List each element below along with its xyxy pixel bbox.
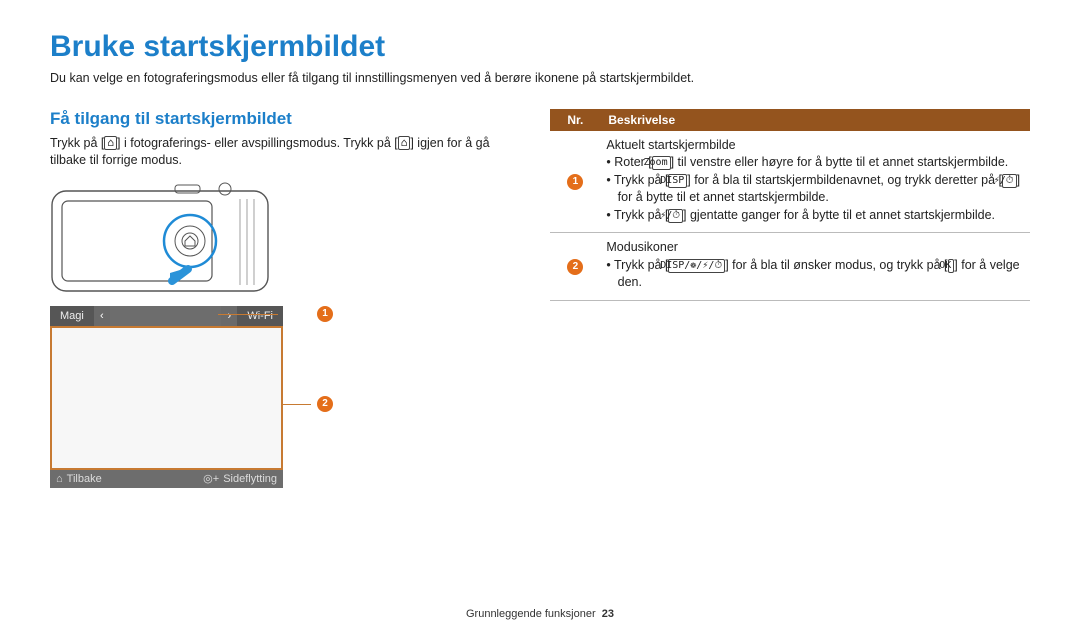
para-fragment: Trykk på [ bbox=[50, 136, 104, 150]
left-column: Få tilgang til startskjermbildet Trykk p… bbox=[50, 109, 520, 488]
flash-timer-icon: ⚡/⏱ bbox=[668, 209, 683, 223]
camera-illustration bbox=[50, 181, 270, 296]
footer-page: 23 bbox=[602, 608, 614, 620]
table-row: 1 Aktuelt startskjermbilde • Roter [Zoom… bbox=[550, 131, 1030, 233]
section-paragraph: Trykk på [⌂] i fotograferings- eller avs… bbox=[50, 135, 520, 169]
nav-icons: DISP/❁/⚡/⏱ bbox=[668, 259, 725, 273]
callout-num: 1 bbox=[322, 308, 328, 319]
bullet: • Trykk på [DISP] for å bla til startskj… bbox=[606, 172, 1024, 207]
disp-label: DISP bbox=[668, 174, 687, 188]
text-fragment: ] til venstre eller høyre for å bytte ti… bbox=[671, 155, 1009, 169]
chevron-left-icon: ‹ bbox=[94, 306, 110, 326]
home-icon: ⌂ bbox=[398, 136, 411, 150]
table-header-desc: Beskrivelse bbox=[600, 109, 1030, 131]
bullet: • Roter [Zoom] til venstre eller høyre f… bbox=[606, 154, 1024, 172]
row-desc: Aktuelt startskjermbilde • Roter [Zoom] … bbox=[600, 131, 1030, 233]
screen-top-bar: Magi ‹ › Wi-Fi bbox=[50, 306, 283, 328]
tab-left: Magi bbox=[50, 306, 94, 326]
row-desc: Modusikoner • Trykk på [DISP/❁/⚡/⏱] for … bbox=[600, 233, 1030, 301]
zoom-plus-icon: ◎+ bbox=[203, 472, 219, 485]
page-footer: Grunnleggende funksjoner 23 bbox=[0, 608, 1080, 620]
para-fragment: ] i fotograferings- eller avspillingsmod… bbox=[117, 136, 398, 150]
page-title: Bruke startskjermbildet bbox=[50, 30, 1030, 64]
chevron-right-icon: › bbox=[221, 306, 237, 326]
table-row: 2 Modusikoner • Trykk på [DISP/❁/⚡/⏱] fo… bbox=[550, 233, 1030, 301]
callout-leader-line bbox=[283, 404, 311, 405]
callout-badge-1: 1 bbox=[317, 306, 333, 322]
table-header-num: Nr. bbox=[550, 109, 600, 131]
intro-text: Du kan velge en fotograferingsmodus elle… bbox=[50, 70, 1030, 87]
tab-right: Wi-Fi bbox=[237, 306, 283, 326]
back-label: Tilbake bbox=[67, 473, 102, 485]
row-num-badge: 1 bbox=[567, 174, 583, 190]
bullet: • Trykk på [⚡/⏱] gjentatte ganger for å … bbox=[606, 207, 1024, 225]
ok-label: OK bbox=[948, 259, 955, 273]
callout-badge-2: 2 bbox=[317, 396, 333, 412]
text-fragment: ] for å bla til startskjermbildenavnet, … bbox=[687, 173, 1002, 187]
flash-timer-icon: ⚡/⏱ bbox=[1002, 174, 1017, 188]
two-column-layout: Få tilgang til startskjermbildet Trykk p… bbox=[50, 109, 1030, 488]
text-fragment: ] for å bla til ønsker modus, og trykk p… bbox=[725, 258, 947, 272]
bullet: • Trykk på [DISP/❁/⚡/⏱] for å bla til øn… bbox=[606, 257, 1024, 292]
screen-title-gap bbox=[110, 306, 222, 326]
screen-content-area bbox=[50, 328, 283, 470]
callout-leader-line bbox=[218, 314, 278, 315]
section-heading: Få tilgang til startskjermbildet bbox=[50, 109, 520, 129]
description-table: Nr. Beskrivelse 1 Aktuelt startskjermbil… bbox=[550, 109, 1030, 301]
home-icon: ⌂ bbox=[56, 473, 63, 485]
manual-page: Bruke startskjermbildet Du kan velge en … bbox=[0, 0, 1080, 630]
footer-section: Grunnleggende funksjoner bbox=[466, 608, 596, 620]
row-title: Aktuelt startskjermbilde bbox=[606, 137, 1024, 155]
move-label: Sideflytting bbox=[223, 473, 277, 485]
home-icon: ⌂ bbox=[104, 136, 117, 150]
right-column: Nr. Beskrivelse 1 Aktuelt startskjermbil… bbox=[550, 109, 1030, 488]
screen-bottom-bar: ⌂ Tilbake ◎+ Sideflytting bbox=[50, 470, 283, 488]
text-fragment: ] gjentatte ganger for å bytte til et an… bbox=[683, 208, 995, 222]
row-title: Modusikoner bbox=[606, 239, 1024, 257]
screen-mockup: Magi ‹ › Wi-Fi ⌂ Tilbake ◎+ Sideflytting… bbox=[50, 306, 283, 488]
callout-num: 2 bbox=[322, 398, 328, 409]
row-num-badge: 2 bbox=[567, 259, 583, 275]
zoom-label: Zoom bbox=[652, 156, 671, 170]
